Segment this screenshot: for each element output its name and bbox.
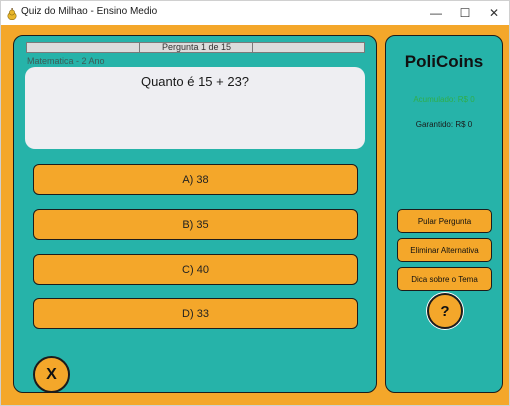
- maximize-button[interactable]: ☐: [450, 1, 480, 25]
- minimize-button[interactable]: —: [421, 1, 451, 25]
- answer-option-d[interactable]: D) 33: [33, 298, 358, 329]
- brand-title: PoliCoins: [404, 52, 484, 71]
- help-button[interactable]: ?: [427, 293, 463, 329]
- close-window-button[interactable]: ✕: [479, 1, 509, 25]
- guaranteed-prize: Garantido: R$ 0: [415, 120, 473, 129]
- title-bar: Quiz do Milhao - Ensino Medio — ☐ ✕: [1, 1, 509, 25]
- answer-option-b[interactable]: B) 35: [33, 209, 358, 240]
- question-text: Quanto é 15 + 23?: [140, 74, 250, 89]
- skip-question-button[interactable]: Pular Pergunta: [397, 209, 492, 233]
- window-title: Quiz do Milhao - Ensino Medio: [21, 6, 158, 17]
- quit-button[interactable]: X: [33, 356, 70, 393]
- subject-label: Matematica - 2 Ano: [27, 56, 105, 66]
- app-window: Quiz do Milhao - Ensino Medio — ☐ ✕ Perg…: [0, 0, 510, 406]
- progress-label: Pergunta 1 de 15: [161, 42, 232, 52]
- accumulated-prize: Acumulado: R$ 0: [413, 95, 475, 104]
- answer-option-c[interactable]: C) 40: [33, 254, 358, 285]
- topic-hint-button[interactable]: Dica sobre o Tema: [397, 267, 492, 291]
- eliminate-option-button[interactable]: Eliminar Alternativa: [397, 238, 492, 262]
- question-progress-bar: Pergunta 1 de 15: [26, 42, 365, 53]
- pear-app-icon: [7, 7, 17, 21]
- answer-option-a[interactable]: A) 38: [33, 164, 358, 195]
- question-box: Quanto é 15 + 23?: [25, 67, 365, 149]
